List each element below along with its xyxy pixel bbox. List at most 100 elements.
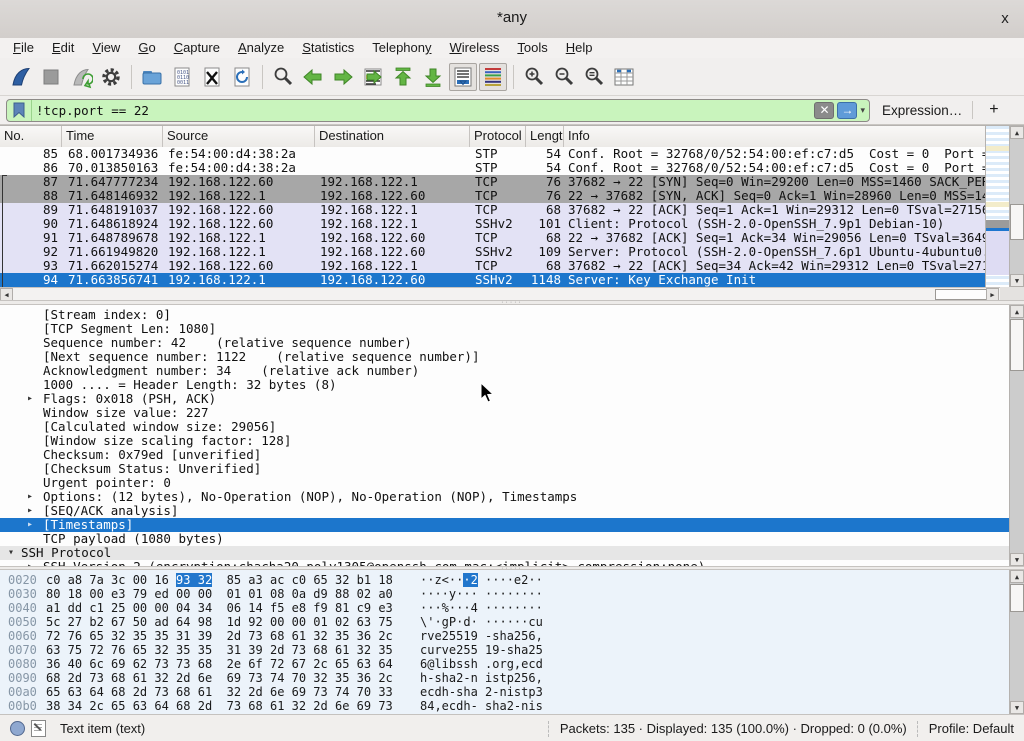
start-capture-button[interactable] xyxy=(7,63,35,91)
capture-comment-icon[interactable] xyxy=(31,720,46,737)
detail-line[interactable]: TCP payload (1080 bytes) xyxy=(0,532,1009,546)
collapse-arrow-icon[interactable]: ▾ xyxy=(8,546,14,560)
column-header-source[interactable]: Source xyxy=(163,126,315,147)
detail-line[interactable]: ▸[Timestamps] xyxy=(0,518,1009,532)
packet-row[interactable]: 8971.648191037192.168.122.60192.168.122.… xyxy=(0,203,985,217)
hex-row[interactable]: 003080 18 00 e3 79 ed 00 00 01 01 08 0a … xyxy=(0,587,1009,601)
zoom-in-button[interactable] xyxy=(520,63,548,91)
hex-bytes[interactable]: 72 76 65 32 35 35 31 39 2d 73 68 61 32 3… xyxy=(46,629,393,643)
close-file-button[interactable] xyxy=(198,63,226,91)
hex-bytes[interactable]: 80 18 00 e3 79 ed 00 00 01 01 08 0a d9 8… xyxy=(46,587,393,601)
ascii-bytes[interactable]: ···%···4 ········ xyxy=(420,601,543,615)
packet-list-minimap[interactable] xyxy=(985,126,1010,287)
packet-row[interactable]: 9071.648618924192.168.122.60192.168.122.… xyxy=(0,217,985,231)
filter-bookmark-icon[interactable] xyxy=(7,99,32,122)
packet-list-vscrollbar[interactable]: ▲ ▼ xyxy=(1009,126,1024,287)
hex-bytes[interactable]: 36 40 6c 69 62 73 73 68 2e 6f 72 67 2c 6… xyxy=(46,657,393,671)
ascii-bytes[interactable]: 84,ecdh- sha2-nis xyxy=(420,699,543,713)
scroll-down-icon[interactable]: ▼ xyxy=(1010,274,1024,287)
menu-wireless[interactable]: Wireless xyxy=(441,38,509,58)
capture-options-button[interactable] xyxy=(97,63,125,91)
hex-row[interactable]: 006072 76 65 32 35 35 31 39 2d 73 68 61 … xyxy=(0,629,1009,643)
detail-line[interactable]: [Next sequence number: 1122 (relative se… xyxy=(0,350,1009,364)
find-packet-button[interactable] xyxy=(269,63,297,91)
hex-bytes[interactable]: 63 75 72 76 65 32 35 35 31 39 2d 73 68 6… xyxy=(46,643,393,657)
expand-arrow-icon[interactable]: ▸ xyxy=(27,518,33,532)
go-last-button[interactable] xyxy=(419,63,447,91)
menu-capture[interactable]: Capture xyxy=(165,38,229,58)
hex-row[interactable]: 0020c0 a8 7a 3c 00 16 93 32 85 a3 ac c0 … xyxy=(0,573,1009,587)
packet-row[interactable]: 9371.662015274192.168.122.60192.168.122.… xyxy=(0,259,985,273)
menu-analyze[interactable]: Analyze xyxy=(229,38,293,58)
expand-arrow-icon[interactable]: ▸ xyxy=(27,392,33,406)
detail-line[interactable]: [Window size scaling factor: 128] xyxy=(0,434,1009,448)
ascii-bytes[interactable]: rve25519 -sha256, xyxy=(420,629,543,643)
ascii-bytes[interactable]: h-sha2-n istp256, xyxy=(420,671,543,685)
detail-line[interactable]: Sequence number: 42 (relative sequence n… xyxy=(0,336,1009,350)
ascii-bytes[interactable]: \'·gP·d· ······cu xyxy=(420,615,543,629)
packet-row[interactable]: 9271.661949820192.168.122.1192.168.122.6… xyxy=(0,245,985,259)
column-header-time[interactable]: Time xyxy=(62,126,163,147)
hex-row[interactable]: 00a065 63 64 68 2d 73 68 61 32 2d 6e 69 … xyxy=(0,685,1009,699)
hex-bytes[interactable]: 65 63 64 68 2d 73 68 61 32 2d 6e 69 73 7… xyxy=(46,685,393,699)
hex-bytes[interactable]: 5c 27 b2 67 50 ad 64 98 1d 92 00 00 01 0… xyxy=(46,615,393,629)
expert-info-icon[interactable] xyxy=(10,721,25,736)
packet-row[interactable]: 8771.647777234192.168.122.60192.168.122.… xyxy=(0,175,985,189)
go-back-button[interactable] xyxy=(299,63,327,91)
packet-list-header[interactable]: No. Time Source Destination Protocol Len… xyxy=(0,126,985,148)
go-first-button[interactable] xyxy=(389,63,417,91)
close-window-button[interactable]: x xyxy=(994,8,1016,30)
colorize-toggle[interactable] xyxy=(479,63,507,91)
expand-arrow-icon[interactable]: ▸ xyxy=(27,490,33,504)
detail-line[interactable]: [Checksum Status: Unverified] xyxy=(0,462,1009,476)
resize-columns-button[interactable] xyxy=(610,63,638,91)
detail-line[interactable]: Urgent pointer: 0 xyxy=(0,476,1009,490)
hex-row[interactable]: 00505c 27 b2 67 50 ad 64 98 1d 92 00 00 … xyxy=(0,615,1009,629)
display-filter-input[interactable]: !tcp.port == 22 xyxy=(32,103,814,118)
menu-tools[interactable]: Tools xyxy=(508,38,556,58)
scroll-up-icon[interactable]: ▲ xyxy=(1010,570,1024,583)
detail-line[interactable]: Acknowledgment number: 34 (relative ack … xyxy=(0,364,1009,378)
detail-line[interactable]: Window size value: 227 xyxy=(0,406,1009,420)
hex-row[interactable]: 0040a1 dd c1 25 00 00 04 34 06 14 f5 e8 … xyxy=(0,601,1009,615)
go-to-packet-button[interactable] xyxy=(359,63,387,91)
go-forward-button[interactable] xyxy=(329,63,357,91)
ascii-bytes[interactable]: ····y··· ········ xyxy=(420,587,543,601)
packet-row[interactable]: 8871.648146932192.168.122.1192.168.122.6… xyxy=(0,189,985,203)
hex-row[interactable]: 00b038 34 2c 65 63 64 68 2d 73 68 61 32 … xyxy=(0,699,1009,713)
ascii-bytes[interactable]: ··z<···2 ····e2·· xyxy=(420,573,543,587)
hex-row[interactable]: 009068 2d 73 68 61 32 2d 6e 69 73 74 70 … xyxy=(0,671,1009,685)
scroll-up-icon[interactable]: ▲ xyxy=(1010,305,1024,318)
column-header-no[interactable]: No. xyxy=(0,126,62,147)
column-header-length[interactable]: Length xyxy=(526,126,564,147)
menu-telephony[interactable]: Telephony xyxy=(363,38,440,58)
auto-scroll-toggle[interactable] xyxy=(449,63,477,91)
details-vscrollbar[interactable]: ▲ ▼ xyxy=(1009,305,1024,566)
clear-filter-button[interactable]: ✕ xyxy=(814,102,834,119)
detail-line[interactable]: ▸Options: (12 bytes), No-Operation (NOP)… xyxy=(0,490,1009,504)
hex-row[interactable]: 008036 40 6c 69 62 73 73 68 2e 6f 72 67 … xyxy=(0,657,1009,671)
column-header-destination[interactable]: Destination xyxy=(315,126,470,147)
detail-line[interactable]: ▾SSH Protocol xyxy=(0,546,1009,560)
column-header-info[interactable]: Info xyxy=(564,126,985,147)
open-file-button[interactable] xyxy=(138,63,166,91)
packet-row[interactable]: 9171.648789678192.168.122.1192.168.122.6… xyxy=(0,231,985,245)
hex-bytes[interactable]: 68 2d 73 68 61 32 2d 6e 69 73 74 70 32 3… xyxy=(46,671,393,685)
profile-indicator[interactable]: Profile: Default xyxy=(929,721,1014,736)
packet-row[interactable]: 9471.663856741192.168.122.1192.168.122.6… xyxy=(0,273,985,287)
filter-dropdown-caret[interactable]: ▾ xyxy=(860,105,865,116)
expand-arrow-icon[interactable]: ▸ xyxy=(27,504,33,518)
menu-file[interactable]: File xyxy=(4,38,43,58)
detail-line[interactable]: Checksum: 0x79ed [unverified] xyxy=(0,448,1009,462)
scroll-up-icon[interactable]: ▲ xyxy=(1010,126,1024,139)
menu-help[interactable]: Help xyxy=(557,38,602,58)
scrollbar-thumb[interactable] xyxy=(1010,584,1024,612)
ascii-bytes[interactable]: 6@libssh .org,ecd xyxy=(420,657,543,671)
bytes-vscrollbar[interactable]: ▲ ▼ xyxy=(1009,570,1024,714)
expression-button[interactable]: Expression… xyxy=(882,103,962,118)
detail-line[interactable]: [TCP Segment Len: 1080] xyxy=(0,322,1009,336)
zoom-out-button[interactable] xyxy=(550,63,578,91)
hex-bytes[interactable]: c0 a8 7a 3c 00 16 93 32 85 a3 ac c0 65 3… xyxy=(46,573,393,587)
stop-capture-button[interactable] xyxy=(37,63,65,91)
hex-bytes[interactable]: 38 34 2c 65 63 64 68 2d 73 68 61 32 2d 6… xyxy=(46,699,393,713)
